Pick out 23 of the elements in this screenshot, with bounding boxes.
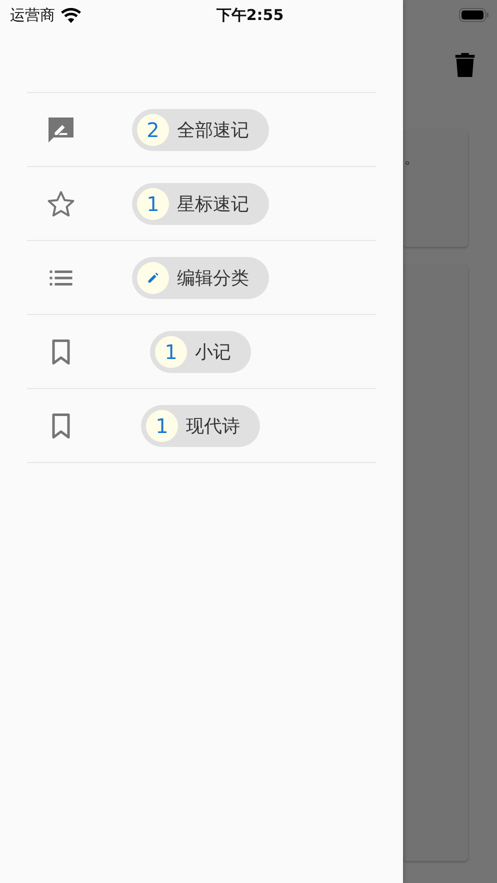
drawer-item[interactable]: 编辑分类	[27, 240, 376, 314]
note-edit-icon	[46, 114, 76, 144]
category-chip[interactable]: 1 小记	[150, 330, 251, 372]
pencil-icon	[137, 262, 169, 294]
clock-time: 下午2:55	[216, 6, 284, 24]
category-chip[interactable]: 2 全部速记	[132, 108, 269, 150]
category-chip[interactable]: 编辑分类	[132, 256, 269, 298]
category-chip[interactable]: 1 星标速记	[132, 182, 269, 224]
delete-icon[interactable]	[455, 52, 475, 77]
battery-icon	[459, 8, 489, 22]
drawer-item[interactable]: 2 全部速记	[27, 92, 376, 166]
category-chip[interactable]: 1 现代诗	[141, 404, 260, 446]
drawer-item[interactable]: 1 小记	[27, 314, 376, 388]
count-badge: 1	[155, 336, 187, 368]
wifi-icon	[61, 8, 81, 22]
note-text: 。	[404, 148, 420, 169]
count-badge: 1	[146, 410, 178, 442]
count-badge: 2	[137, 114, 169, 146]
star-icon	[46, 188, 76, 218]
carrier-name: 运营商	[10, 6, 55, 24]
count-badge: 1	[137, 188, 169, 220]
drawer-item[interactable]: 1 星标速记	[27, 166, 376, 240]
drawer-item[interactable]: 1 现代诗	[27, 388, 376, 463]
